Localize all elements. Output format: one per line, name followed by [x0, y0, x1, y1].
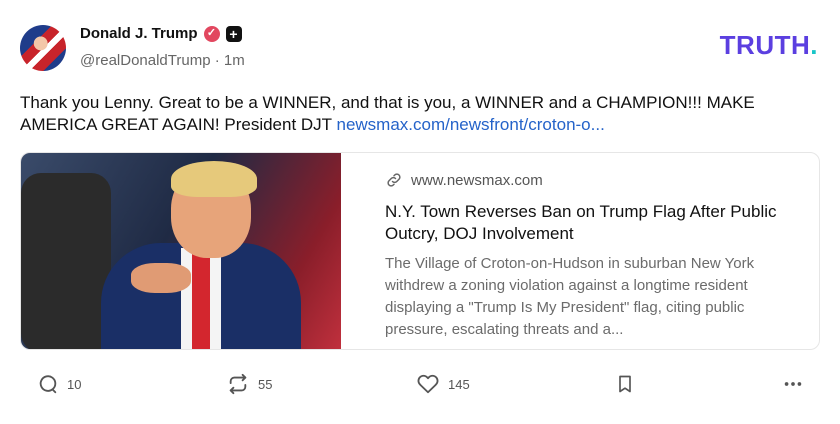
author-display-name[interactable]: Donald J. Trump — [80, 25, 198, 42]
post-text: Thank you Lenny. Great to be a WINNER, a… — [20, 92, 820, 136]
truth-logo[interactable]: TRUTH. — [720, 30, 818, 61]
reply-button[interactable]: 10 — [37, 373, 81, 395]
separator: · — [214, 52, 220, 69]
author-handle-row: @realDonaldTrump · 1m — [80, 52, 245, 69]
card-domain-row: www.newsmax.com — [385, 171, 805, 189]
plus-icon: + — [225, 25, 242, 42]
like-button[interactable]: 145 — [416, 373, 470, 395]
reply-count: 10 — [67, 376, 82, 392]
card-description: The Village of Croton-on-Hudson in subur… — [385, 255, 755, 338]
more-options-button[interactable] — [782, 373, 804, 395]
author-name-row: Donald J. Trump + — [80, 25, 242, 42]
bookmark-button[interactable] — [615, 373, 635, 395]
retruth-button[interactable]: 55 — [226, 373, 272, 395]
post-link[interactable]: newsmax.com/newsfront/croton-o... — [336, 115, 604, 134]
verified-icon — [203, 25, 220, 42]
more-icon — [784, 382, 802, 386]
heart-icon — [417, 374, 439, 394]
link-icon — [387, 173, 401, 187]
avatar[interactable] — [20, 25, 66, 71]
card-title[interactable]: N.Y. Town Reverses Ban on Trump Flag Aft… — [385, 201, 805, 245]
retruth-icon — [229, 373, 247, 395]
author-handle[interactable]: @realDonaldTrump — [80, 52, 211, 69]
like-count: 145 — [448, 376, 470, 392]
retruth-count: 55 — [258, 376, 273, 392]
card-image[interactable] — [21, 153, 341, 349]
reply-icon — [39, 375, 57, 394]
link-preview-card[interactable]: www.newsmax.com N.Y. Town Reverses Ban o… — [20, 152, 820, 350]
bookmark-icon — [619, 375, 631, 393]
action-bar: 10 55 145 — [0, 370, 840, 400]
card-domain: www.newsmax.com — [411, 171, 543, 189]
card-body: www.newsmax.com N.Y. Town Reverses Ban o… — [341, 153, 819, 349]
post-time[interactable]: 1m — [224, 52, 245, 69]
